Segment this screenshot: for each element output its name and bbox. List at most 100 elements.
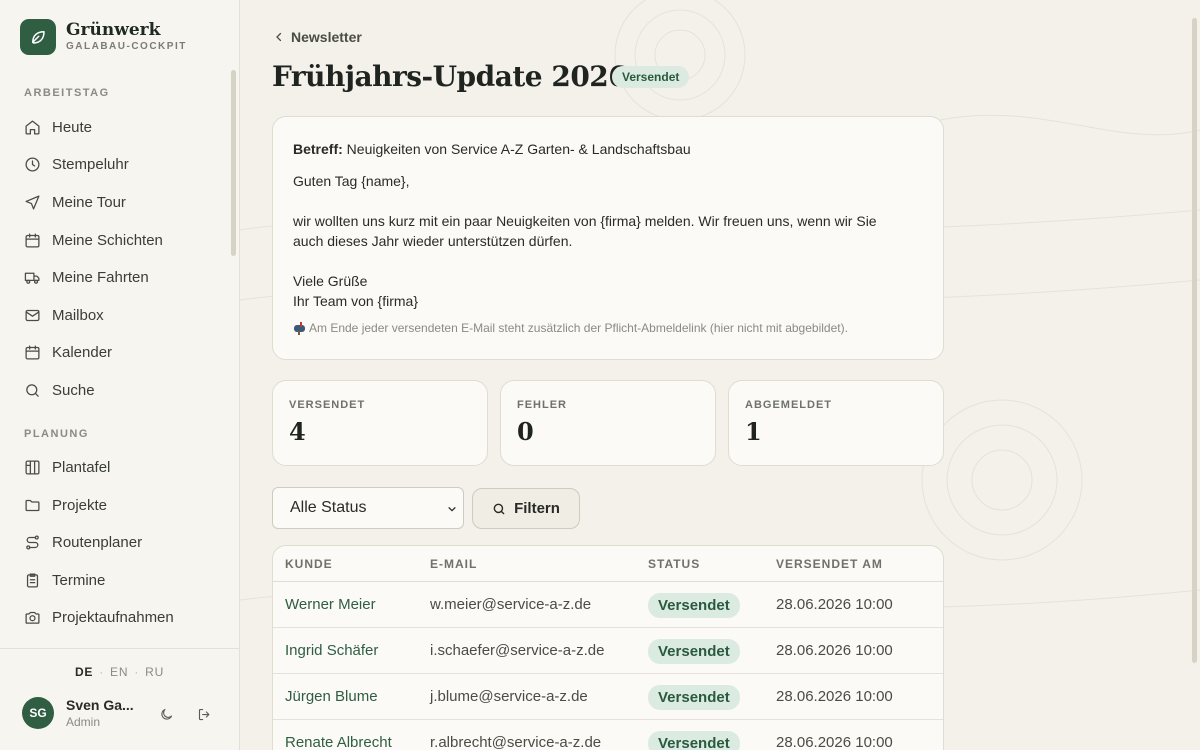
board-icon: [25, 459, 40, 475]
stat-card-abgemeldet: ABGEMELDET 1: [728, 380, 944, 466]
language-switcher: DE · EN · RU: [0, 665, 239, 679]
folder-icon: [25, 499, 40, 511]
customer-link[interactable]: Renate Albrecht: [285, 734, 392, 750]
mail-body-line: auch dieses Jahr wieder unterstützen dür…: [293, 233, 573, 249]
mail-body-line: [293, 191, 923, 211]
lang-de[interactable]: DE: [75, 665, 93, 679]
chevron-left-icon: [276, 32, 282, 42]
sidebar-scrollbar[interactable]: [231, 70, 236, 256]
lang-en[interactable]: EN: [110, 665, 128, 679]
back-link-label: Newsletter: [291, 29, 362, 45]
email-cell: i.schaefer@service-a-z.de: [430, 642, 605, 659]
sidebar-item-meine-fahrten[interactable]: Meine Fahrten: [12, 260, 218, 294]
calendar-icon: [25, 232, 40, 248]
sidebar-item-label: Routenplaner: [52, 533, 143, 551]
customer-link[interactable]: Jürgen Blume: [285, 688, 378, 705]
date-cell: 28.06.2026 10:00: [776, 642, 893, 659]
brand[interactable]: Grünwerk GALABAU-COCKPIT: [20, 19, 187, 55]
mail-body-line: wir wollten uns kurz mit ein paar Neuigk…: [293, 213, 877, 229]
sidebar-item-meine-schichten[interactable]: Meine Schichten: [12, 223, 218, 257]
home-icon: [25, 119, 40, 135]
note-text: Am Ende jeder versendeten E-Mail steht z…: [309, 321, 848, 335]
brand-subtitle: GALABAU-COCKPIT: [66, 41, 187, 52]
lang-ru[interactable]: RU: [145, 665, 164, 679]
lang-separator: ·: [99, 665, 105, 679]
date-cell: 28.06.2026 10:00: [776, 688, 893, 705]
status-filter-select[interactable]: Alle Status: [272, 487, 464, 529]
theme-toggle-button[interactable]: [157, 705, 175, 723]
customer-link[interactable]: Werner Meier: [285, 596, 376, 613]
sidebar-item-stempeluhr[interactable]: Stempeluhr: [12, 147, 218, 181]
mail-subject: Betreff: Neuigkeiten von Service A-Z Gar…: [293, 139, 923, 159]
back-link[interactable]: Newsletter: [273, 29, 362, 45]
date-cell: 28.06.2026 10:00: [776, 734, 893, 750]
clock-icon: [25, 156, 40, 172]
truck-icon: [24, 272, 40, 284]
search-icon: [26, 383, 39, 397]
sidebar-item-plantafel[interactable]: Plantafel: [12, 450, 218, 484]
stat-value: 4: [289, 417, 306, 446]
sidebar: Grünwerk GALABAU-COCKPIT ARBEITSTAG Heut…: [0, 0, 240, 750]
sidebar-item-label: Meine Fahrten: [52, 268, 149, 286]
column-header-versendet-am[interactable]: VERSENDET AM: [776, 557, 883, 571]
mail-body-line: Guten Tag {name},: [293, 173, 410, 189]
nav-section-planung: PLANUNG: [24, 428, 89, 440]
user-profile[interactable]: SG Sven Ga... Admin: [22, 697, 140, 729]
sidebar-item-label: Suche: [52, 381, 95, 399]
brand-name: Grünwerk: [66, 20, 161, 40]
main-content: Newsletter Frühjahrs-Update 2026 Versend…: [240, 0, 1200, 750]
status-badge: Versendet: [648, 593, 740, 618]
email-cell: j.blume@service-a-z.de: [430, 688, 588, 705]
mail-body-line: Viele Grüße: [293, 273, 368, 289]
stat-value: 0: [517, 417, 534, 446]
sidebar-item-projektaufnahmen[interactable]: Projektaufnahmen: [12, 600, 218, 634]
column-header-status[interactable]: STATUS: [648, 557, 700, 571]
sidebar-item-label: Heute: [52, 118, 93, 136]
mail-body-line: Ihr Team von {firma}: [293, 293, 419, 309]
main-scrollbar[interactable]: [1192, 18, 1197, 663]
sidebar-item-label: Termine: [52, 571, 106, 589]
customer-link[interactable]: Ingrid Schäfer: [285, 642, 378, 659]
sidebar-item-mailbox[interactable]: Mailbox: [12, 298, 218, 332]
unsubscribe-note: Am Ende jeder versendeten E-Mail steht z…: [293, 321, 923, 335]
stat-card-fehler: FEHLER 0: [500, 380, 716, 466]
avatar: SG: [22, 697, 54, 729]
nav-section-arbeitstag: ARBEITSTAG: [24, 87, 110, 99]
sidebar-item-meine-tour[interactable]: Meine Tour: [12, 185, 218, 219]
page-title: Frühjahrs-Update 2026: [272, 60, 628, 93]
logout-icon: [198, 708, 209, 720]
email-cell: r.albrecht@service-a-z.de: [430, 734, 602, 750]
lang-separator: ·: [134, 665, 140, 679]
sidebar-item-kalender[interactable]: Kalender: [12, 335, 218, 369]
column-header-kunde[interactable]: KUNDE: [285, 557, 333, 571]
moon-icon: [160, 708, 172, 720]
stat-label: ABGEMELDET: [745, 399, 832, 411]
subject-label: Betreff:: [293, 141, 343, 157]
sidebar-item-projekte[interactable]: Projekte: [12, 488, 218, 522]
table-row: Ingrid Schäfer i.schaefer@service-a-z.de…: [273, 628, 943, 674]
status-badge: Versendet: [648, 685, 740, 710]
stat-label: FEHLER: [517, 399, 567, 411]
sidebar-item-label: Kalender: [52, 343, 113, 361]
sidebar-item-suche[interactable]: Suche: [12, 373, 218, 407]
sidebar-item-label: Meine Tour: [52, 193, 126, 211]
sidebar-item-termine[interactable]: Termine: [12, 563, 218, 597]
subject-text: Neuigkeiten von Service A-Z Garten- & La…: [346, 141, 691, 157]
table-row: Jürgen Blume j.blume@service-a-z.de Vers…: [273, 674, 943, 720]
navigation-icon: [25, 194, 40, 210]
sidebar-item-heute[interactable]: Heute: [12, 110, 218, 144]
mail-body-line: [293, 251, 923, 271]
status-badge: Versendet: [648, 731, 740, 750]
sidebar-item-label: Meine Schichten: [52, 231, 163, 249]
column-header-email[interactable]: E-MAIL: [430, 557, 477, 571]
logout-button[interactable]: [195, 705, 213, 723]
sidebar-item-routenplaner[interactable]: Routenplaner: [12, 525, 218, 559]
clipboard-icon: [26, 572, 39, 588]
sidebar-item-label: Stempeluhr: [52, 155, 129, 173]
filter-button[interactable]: Filtern: [472, 488, 580, 529]
sidebar-footer: DE · EN · RU SG Sven Ga... Admin: [0, 648, 239, 750]
sidebar-nav: ARBEITSTAG Heute Stempeluhr Meine Tour M…: [0, 70, 230, 648]
stat-card-versendet: VERSENDET 4: [272, 380, 488, 466]
sidebar-item-label: Plantafel: [52, 458, 111, 476]
sidebar-item-label: Projekte: [52, 496, 108, 514]
